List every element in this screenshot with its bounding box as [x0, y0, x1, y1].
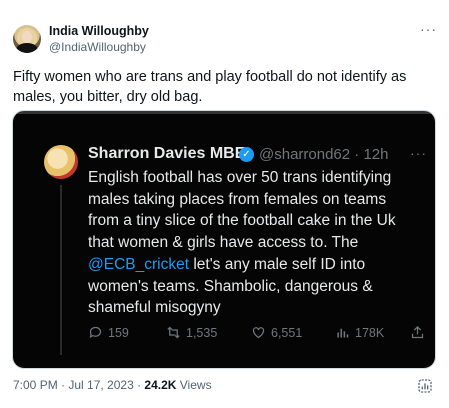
repost-count: 1,535 [186, 325, 218, 340]
reply-stat: 159 [88, 325, 129, 340]
views-chart-icon [337, 328, 349, 338]
reply-icon [89, 326, 102, 339]
share-icon [411, 325, 424, 339]
mention-link: @ECB_cricket [88, 255, 190, 273]
quoted-line: males taking places from females on team… [88, 190, 387, 208]
repost-stat: 1,535 [166, 325, 217, 340]
author-avatar[interactable] [13, 25, 41, 53]
heart-icon [252, 327, 265, 339]
verified-badge-icon: ✓ [239, 147, 254, 162]
thread-line [60, 185, 62, 355]
tweet-card: India Willoughby @IndiaWilloughby ··· Fi… [0, 0, 449, 408]
quoted-line: women's teams. Shambolic, dangerous & [88, 277, 373, 295]
timestamp[interactable]: 7:00 PM · Jul 17, 2023 · [13, 378, 144, 392]
quoted-line-rest: let's any male self ID into [189, 255, 366, 273]
quoted-line: English football has over 50 trans ident… [88, 169, 392, 186]
more-options-icon[interactable]: ··· [420, 21, 437, 37]
views-count-bold: 24.2K [144, 378, 177, 392]
tweet-text: Fifty women who are trans and play footb… [13, 69, 407, 105]
views-label: Views [176, 378, 212, 392]
like-stat: 6,551 [251, 325, 302, 340]
quoted-handle-time: @sharrond62 · 12h [259, 146, 389, 163]
like-count: 6,551 [271, 325, 303, 340]
author-name[interactable]: India Willoughby [49, 24, 149, 38]
quoted-tweet-screenshot[interactable]: Sharron Davies MBE ✓ @sharrond62 · 12h ·… [12, 110, 436, 369]
author-handle[interactable]: @IndiaWilloughby [49, 40, 146, 54]
quoted-line: from a tiny slice of the football cake i… [88, 212, 396, 230]
quoted-more-icon: ··· [410, 145, 427, 161]
quoted-author-avatar [44, 145, 78, 179]
quoted-author-name: Sharron Davies MBE [88, 145, 246, 162]
quoted-line: @ECB_cricket let's any male self ID into [88, 254, 428, 276]
views-stat: 178K [335, 325, 384, 340]
quoted-line: shameful misogyny [88, 299, 221, 317]
quoted-tweet-text: English football has over 50 trans ident… [88, 167, 428, 319]
analytics-icon[interactable] [417, 378, 433, 394]
share-stat [410, 325, 425, 340]
tweet-meta: 7:00 PM · Jul 17, 2023 · 24.2K Views [13, 378, 212, 392]
repost-icon [167, 326, 180, 339]
quoted-line: that women & girls have access to. The [88, 234, 359, 252]
views-count: 178K [355, 325, 385, 340]
reply-count: 159 [108, 325, 129, 340]
quoted-action-bar: 159 1,535 6,551 178K [88, 325, 428, 347]
